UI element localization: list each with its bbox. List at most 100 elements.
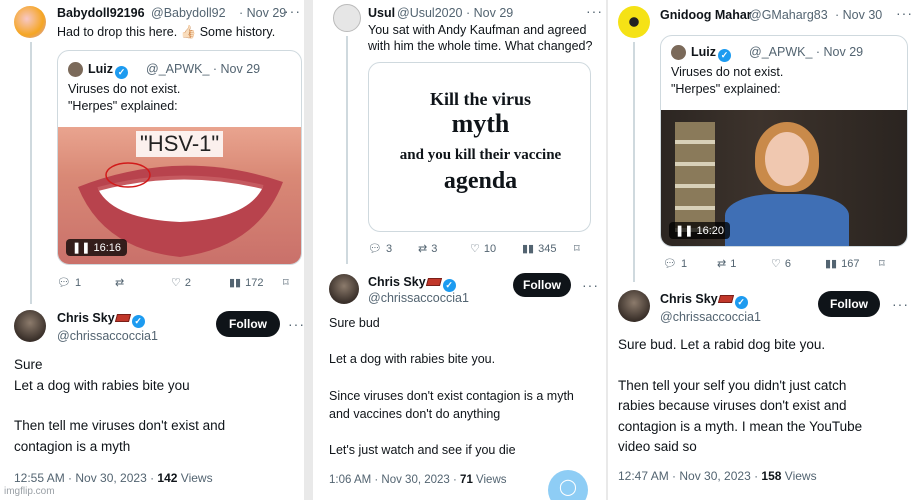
more-icon[interactable]: ···	[896, 5, 913, 21]
post-metadata: 1:06 AM · Nov 30, 2023 · 71 Views	[329, 474, 507, 486]
card-line-3: and you kill their vaccine	[399, 147, 562, 163]
more-icon[interactable]: ···	[288, 316, 304, 332]
more-icon[interactable]: ···	[892, 296, 909, 312]
user-avatar[interactable]	[14, 6, 46, 38]
tweet-text-line-2: with him the whole time. What changed?	[368, 39, 593, 53]
bookmark-icon: ⌑	[283, 277, 289, 289]
reply-author-handle[interactable]: @chrissaccoccia1	[368, 291, 469, 305]
video-duration: ❚❚ 16:16	[66, 239, 128, 256]
quote-text-line-2: "Herpes" explained:	[68, 99, 178, 113]
more-icon[interactable]: ···	[284, 3, 301, 19]
bookmark-icon: ⌑	[574, 243, 580, 255]
quote-author-handle: @_APWK_ · Nov 29	[146, 62, 261, 76]
tweet-panel-1: Babydoll92196 @Babydoll92 · Nov 29 ··· H…	[0, 0, 304, 500]
tweet-text-line-1: You sat with Andy Kaufman and agreed	[368, 23, 587, 37]
follow-button[interactable]: Follow	[513, 273, 571, 297]
post-time[interactable]: · Nov 29	[239, 6, 286, 20]
watermark: imgflip.com	[4, 486, 55, 497]
post-time[interactable]: · Nov 30	[835, 8, 882, 22]
views-icon: ▮▮	[229, 277, 242, 289]
reply-icon: 💬︎	[368, 243, 382, 255]
video-thumbnail[interactable]: "HSV-1" ❚❚ 16:16	[58, 127, 301, 264]
post-metadata: 12:55 AM · Nov 30, 2023 · 142 Views	[14, 471, 213, 485]
quote-text-line-1: Viruses do not exist.	[68, 82, 181, 96]
like-button[interactable]: ♡ 6	[771, 257, 825, 271]
verified-icon: ✓	[115, 66, 128, 79]
bookmark-button[interactable]: ⌑	[879, 257, 885, 270]
quote-avatar	[68, 62, 83, 77]
quote-text-line-2: "Herpes" explained:	[671, 82, 781, 96]
author-name[interactable]: Gnidoog Mahar	[660, 8, 752, 22]
views-icon: ▮▮	[522, 243, 535, 255]
user-avatar[interactable]	[333, 4, 361, 32]
views-icon: ▮▮	[825, 258, 838, 270]
reply-avatar[interactable]	[329, 274, 359, 304]
card-line-1: Kill the virus	[429, 89, 531, 109]
retweet-icon: ⇄	[418, 243, 428, 255]
thread-line	[633, 42, 635, 282]
views-button[interactable]: ▮▮ 172	[229, 276, 283, 290]
thread-line	[346, 36, 348, 264]
like-button[interactable]: ♡ 10	[470, 242, 522, 256]
thread-line	[30, 42, 32, 304]
reply-icon: 💬︎	[57, 277, 71, 289]
brick-icon	[425, 278, 442, 286]
author-name[interactable]: Babydoll92196	[57, 6, 145, 20]
reply-avatar[interactable]	[618, 290, 650, 322]
bookmark-icon: ⌑	[879, 258, 885, 270]
reply-text: Sure bud Let a dog with rabies bite you.…	[329, 316, 574, 458]
verified-icon: ✓	[131, 315, 145, 328]
author-handle[interactable]: @Babydoll92	[151, 6, 239, 20]
verified-icon: ✓	[718, 49, 731, 62]
retweet-button[interactable]: ⇄ 1	[717, 257, 771, 271]
reply-author-name[interactable]: Chris Sky ✓	[57, 311, 145, 328]
tweet-actions: 💬︎ 3 ⇄ 3 ♡ 10 ▮▮ 345 ⌑	[368, 242, 593, 256]
quoted-tweet[interactable]: Luiz ✓ @_APWK_ · Nov 29 Viruses do not ex…	[660, 35, 908, 247]
follow-button[interactable]: Follow	[216, 311, 280, 337]
post-metadata: 12:47 AM · Nov 30, 2023 · 158 Views	[618, 469, 817, 483]
brick-icon	[114, 314, 131, 322]
reply-text: Sure Let a dog with rabies bite you Then…	[14, 357, 226, 454]
quoted-tweet[interactable]: Luiz ✓ @_APWK_ · Nov 29 Viruses do not ex…	[57, 50, 302, 265]
reply-author-handle[interactable]: @chrissaccoccia1	[57, 329, 158, 343]
views-button[interactable]: ▮▮ 345	[522, 242, 574, 256]
reply-author-name[interactable]: Chris Sky ✓	[368, 275, 456, 292]
heart-icon: ♡	[470, 243, 480, 255]
card-line-4: agenda	[443, 168, 518, 194]
user-avatar[interactable]	[618, 6, 650, 38]
retweet-button[interactable]: ⇄	[115, 276, 171, 289]
verified-icon: ✓	[734, 296, 748, 309]
quote-avatar	[671, 45, 686, 60]
reply-button[interactable]: 💬︎ 3	[368, 242, 418, 256]
bookmark-button[interactable]: ⌑	[574, 242, 580, 255]
quote-author-name: Luiz ✓	[88, 62, 128, 79]
reply-icon: 💬︎	[663, 258, 677, 270]
reply-button[interactable]: 💬︎ 1	[57, 276, 115, 290]
retweet-icon: ⇄	[115, 277, 125, 289]
person-face	[765, 132, 809, 186]
reply-author-name[interactable]: Chris Sky ✓	[660, 292, 748, 309]
video-thumbnail[interactable]: ❚❚ 16:20	[661, 110, 907, 246]
retweet-icon: ⇄	[717, 258, 727, 270]
like-button[interactable]: ♡ 2	[171, 276, 229, 290]
author-handle[interactable]: @GMaharg83	[749, 8, 835, 22]
card-line-2: myth	[451, 109, 510, 138]
heart-icon: ♡	[771, 258, 781, 270]
chat-fab-icon[interactable]: ◯	[548, 470, 588, 500]
reply-avatar[interactable]	[14, 310, 46, 342]
reply-author-handle[interactable]: @chrissaccoccia1	[660, 310, 761, 324]
quote-author-name: Luiz ✓	[691, 45, 731, 62]
bookmark-button[interactable]: ⌑	[283, 276, 289, 289]
reply-button[interactable]: 💬︎ 1	[663, 257, 717, 271]
follow-button[interactable]: Follow	[818, 291, 880, 317]
author-name[interactable]: Usul	[368, 6, 395, 20]
quote-text-line-1: Viruses do not exist.	[671, 65, 784, 79]
more-icon[interactable]: ···	[586, 3, 603, 19]
bookshelf-image	[675, 122, 715, 232]
author-handle[interactable]: @Usul2020 · Nov 29	[397, 6, 513, 20]
more-icon[interactable]: ···	[582, 277, 599, 293]
retweet-button[interactable]: ⇄ 3	[418, 242, 470, 256]
image-card[interactable]: Kill the virus myth and you kill their v…	[368, 62, 591, 232]
brick-icon	[717, 295, 734, 303]
views-button[interactable]: ▮▮ 167	[825, 257, 879, 271]
